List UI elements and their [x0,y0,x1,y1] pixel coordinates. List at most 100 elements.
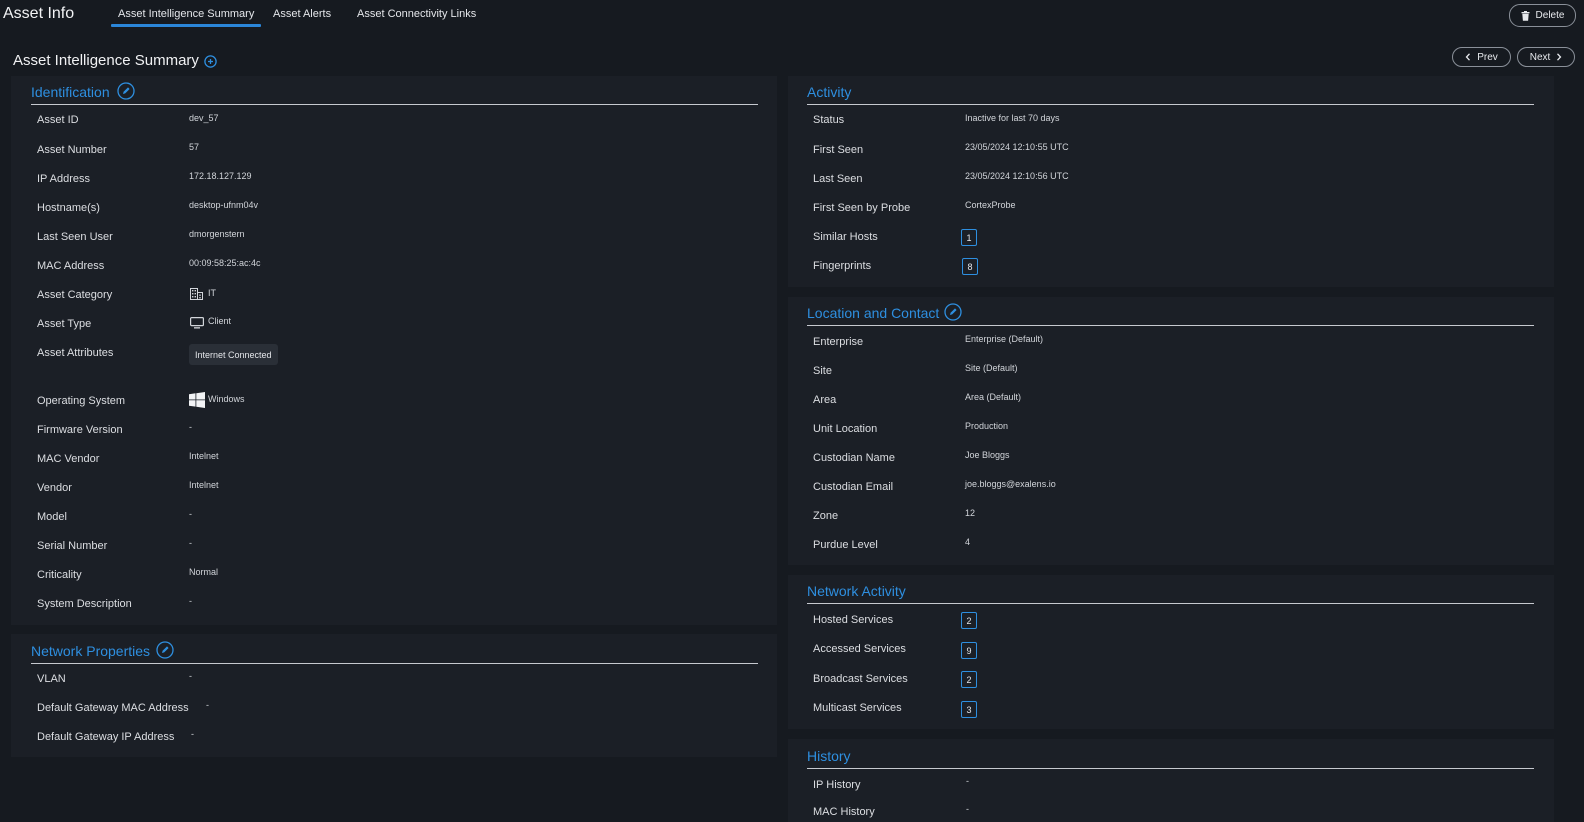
asset-id-value: dev_57 [189,113,219,123]
info-circle-icon[interactable] [204,55,217,68]
tab-asset-alerts[interactable]: Asset Alerts [273,8,331,20]
building-icon [190,288,203,300]
network-properties-divider [31,663,758,664]
activity-title: Activity [807,84,852,100]
mac-vendor-value: Intelnet [189,451,219,461]
asset-category-value: IT [208,288,216,298]
row-label: Site [813,365,832,377]
next-button[interactable]: Next [1517,47,1575,67]
attribute-chip: Internet Connected [189,344,278,365]
chevron-left-icon [1465,53,1471,61]
row-label: VLAN [37,673,66,685]
delete-button[interactable]: Delete [1509,4,1576,27]
last-seen-user-value: dmorgenstern [189,229,245,239]
site-value: Site (Default) [965,363,1018,373]
operating-system-value: Windows [208,394,245,404]
network-activity-title: Network Activity [807,583,906,599]
location-edit-icon[interactable] [944,303,962,321]
tab-asset-intelligence-summary[interactable]: Asset Intelligence Summary [110,8,262,27]
trash-icon [1521,10,1530,21]
row-label: Hostname(s) [37,202,100,214]
row-label: Area [813,394,837,406]
row-label: MAC History [813,806,875,818]
location-panel [788,297,1554,565]
row-label: Asset Type [37,318,92,330]
chevron-right-icon [1556,53,1562,61]
hostname-value: desktop-ufnm04v [189,200,259,210]
gateway-ip-value: - [191,729,194,739]
history-panel [788,739,1554,822]
row-label: MAC Vendor [37,453,100,465]
custodian-name-value: Joe Bloggs [965,450,1010,460]
row-label: Fingerprints [813,260,872,272]
row-label: Accessed Services [813,643,906,655]
identification-panel [11,76,777,625]
row-label: First Seen [813,144,864,156]
last-seen-value: 23/05/2024 12:10:56 UTC [965,171,1069,181]
row-label: Firmware Version [37,424,123,436]
vlan-value: - [189,671,192,681]
first-seen-value: 23/05/2024 12:10:55 UTC [965,142,1069,152]
row-label: Similar Hosts [813,231,878,243]
status-value: Inactive for last 70 days [965,113,1060,123]
row-label: Broadcast Services [813,673,908,685]
similar-hosts-badge[interactable]: 1 [961,229,977,246]
history-divider [807,768,1534,769]
next-label: Next [1529,51,1551,63]
row-label: Unit Location [813,423,878,435]
row-label: Enterprise [813,336,864,348]
row-label: Criticality [37,569,82,581]
enterprise-value: Enterprise (Default) [965,334,1044,344]
broadcast-services-badge[interactable]: 2 [961,671,977,688]
zone-value: 12 [965,508,976,518]
fingerprints-badge[interactable]: 8 [962,258,978,275]
row-label: Serial Number [37,540,108,552]
delete-label: Delete [1535,10,1565,21]
row-label: Model [37,511,67,523]
tab-asset-connectivity-links[interactable]: Asset Connectivity Links [357,8,476,20]
row-label: Multicast Services [813,702,902,714]
row-label: Default Gateway IP Address [37,731,175,743]
activity-divider [807,104,1534,105]
page-title: Asset Intelligence Summary [13,52,199,69]
area-value: Area (Default) [965,392,1022,402]
ip-address-value: 172.18.127.129 [189,171,252,181]
row-label: Purdue Level [813,539,878,551]
multicast-services-badge[interactable]: 3 [961,701,977,718]
hosted-services-badge[interactable]: 2 [961,612,977,629]
row-label: Asset ID [37,114,79,126]
asset-number-value: 57 [189,142,200,152]
identification-title: Identification [31,84,110,100]
row-label: Default Gateway MAC Address [37,702,189,714]
row-label: Asset Attributes [37,347,114,359]
network-activity-divider [807,603,1534,604]
activity-panel [788,76,1554,287]
prev-button[interactable]: Prev [1452,47,1511,67]
row-label: Operating System [37,395,126,407]
row-label: Asset Category [37,289,113,301]
network-properties-title: Network Properties [31,643,151,659]
identification-edit-icon[interactable] [117,82,135,100]
row-label: Vendor [37,482,72,494]
row-label: First Seen by Probe [813,202,911,214]
row-label: Asset Number [37,144,107,156]
mac-history-value: - [966,804,969,814]
row-label: Last Seen User [37,231,113,243]
accessed-services-badge[interactable]: 9 [961,642,977,659]
custodian-email-value: joe.bloggs@exalens.io [965,479,1056,489]
app-title: Asset Info [3,5,75,22]
monitor-icon [190,317,204,329]
location-title: Location and Contact [807,305,940,321]
location-divider [807,325,1534,326]
top-bar: Asset Info Asset Intelligence Summary As… [0,0,1584,30]
row-label: IP Address [37,173,90,185]
prev-label: Prev [1477,51,1498,63]
first-seen-probe-value: CortexProbe [965,200,1016,210]
network-properties-edit-icon[interactable] [156,641,174,659]
unit-location-value: Production [965,421,1009,431]
vendor-value: Intelnet [189,480,219,490]
gateway-mac-value: - [206,700,209,710]
criticality-value: Normal [189,567,219,577]
row-label: Last Seen [813,173,863,185]
row-label: IP History [813,779,861,791]
